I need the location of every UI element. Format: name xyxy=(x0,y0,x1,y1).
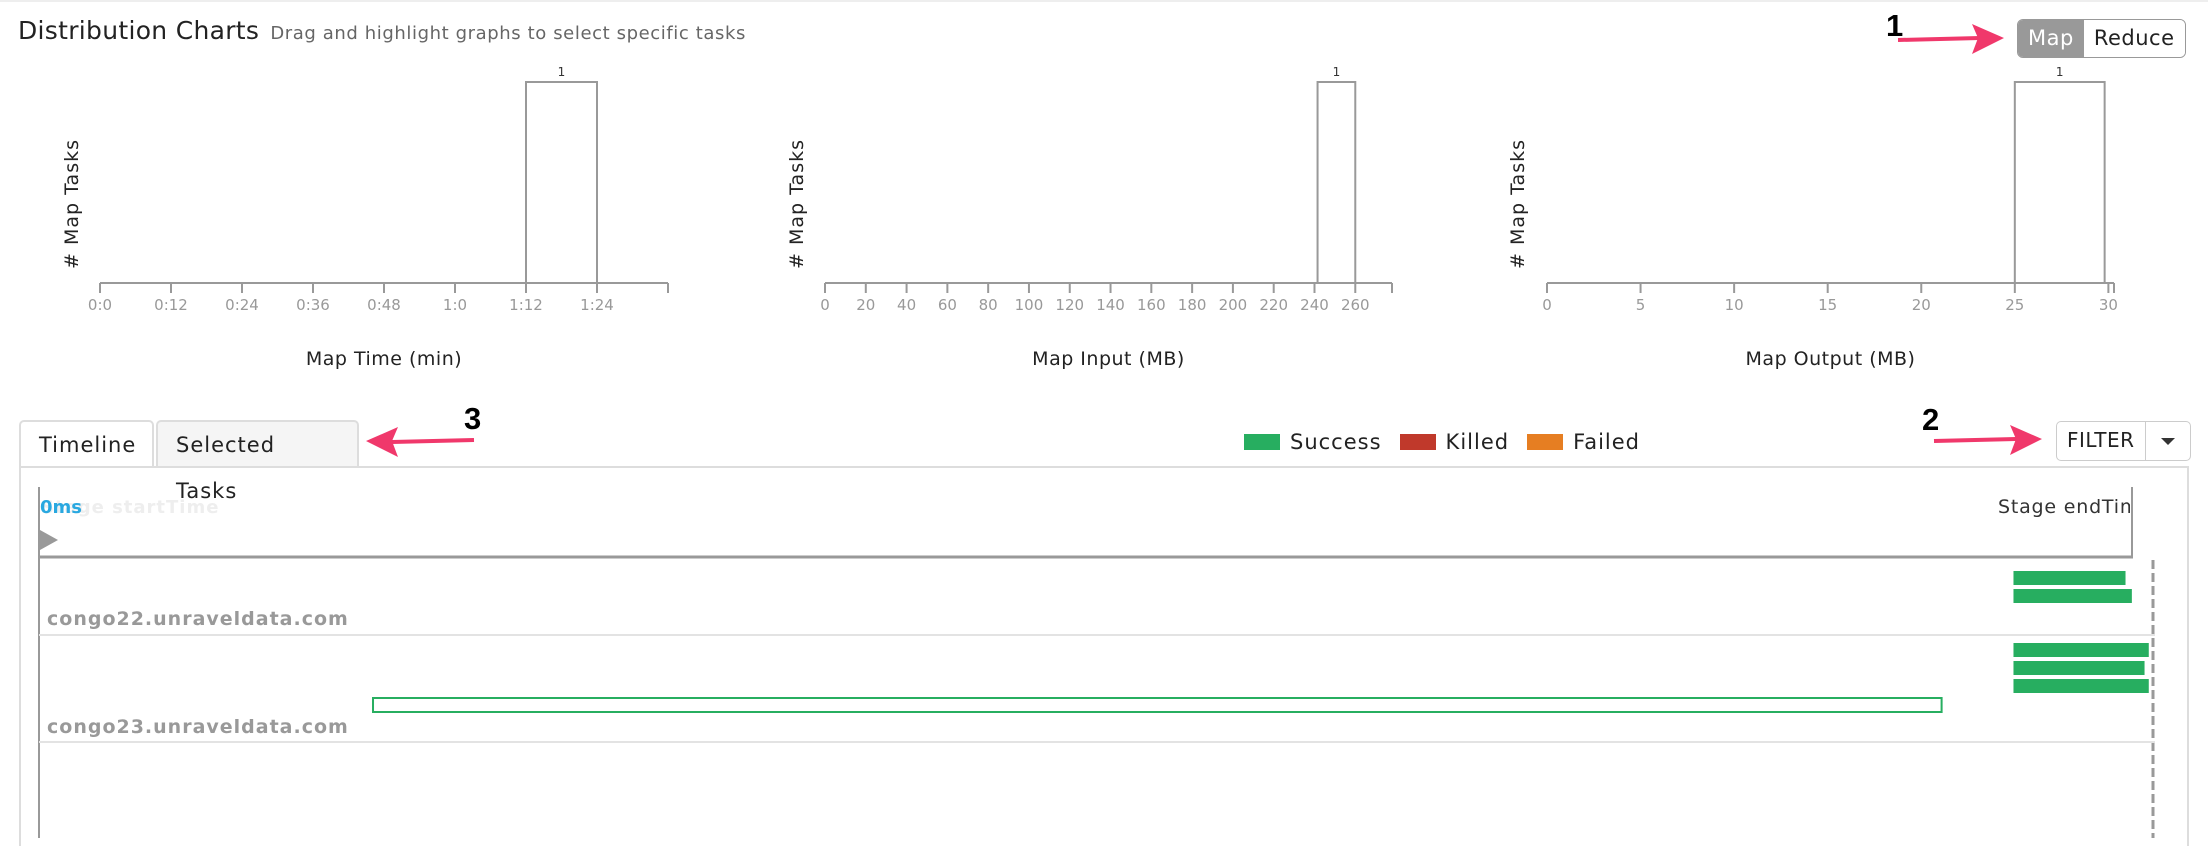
timeline-start-marker[interactable] xyxy=(40,530,58,550)
task-bar-outline[interactable] xyxy=(372,697,1943,713)
task-bar[interactable] xyxy=(2013,643,2149,657)
timeline-chart[interactable] xyxy=(0,0,2208,838)
task-bar[interactable] xyxy=(2013,661,2145,675)
task-bar[interactable] xyxy=(2013,589,2132,603)
task-bar[interactable] xyxy=(2013,679,2149,693)
task-bars xyxy=(372,571,2149,713)
task-bar[interactable] xyxy=(2013,571,2126,585)
